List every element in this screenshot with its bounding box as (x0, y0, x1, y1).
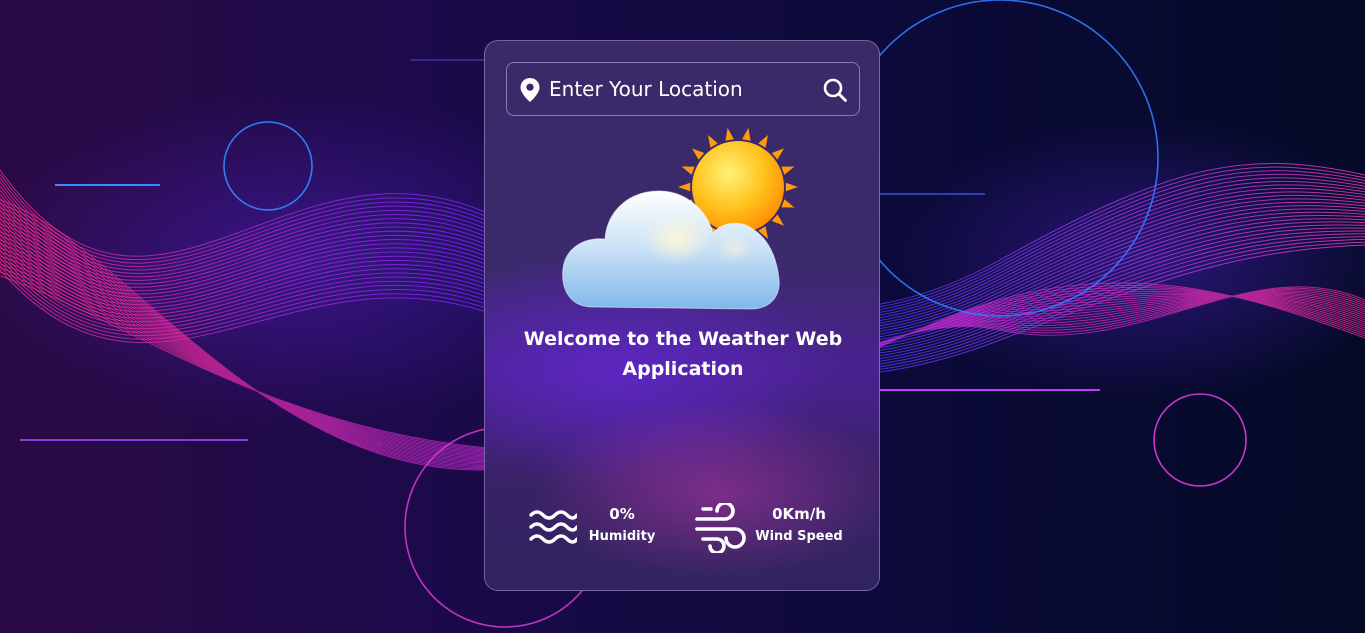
location-input[interactable] (549, 71, 809, 107)
wind-speed-label: Wind Speed (755, 529, 843, 544)
partly-cloudy-icon (562, 127, 798, 310)
welcome-line-2: Application (622, 358, 744, 380)
location-search-box (506, 62, 860, 116)
search-icon[interactable] (822, 77, 848, 103)
weather-card: Welcome to the Weather Web Application 0… (484, 40, 880, 591)
humidity-stat: 0% Humidity (525, 503, 675, 553)
wind-stat: 0Km/h Wind Speed (693, 503, 863, 553)
wind-icon (695, 503, 746, 553)
humidity-label: Humidity (588, 529, 656, 544)
waves-icon (529, 510, 577, 544)
map-pin-icon (520, 78, 540, 102)
welcome-heading: Welcome to the Weather Web Application (505, 324, 861, 384)
wind-speed-value: 0Km/h (772, 505, 826, 523)
app-background: Welcome to the Weather Web Application 0… (0, 0, 1365, 633)
welcome-line-1: Welcome to the Weather Web (523, 328, 843, 350)
humidity-value: 0% (609, 505, 635, 523)
